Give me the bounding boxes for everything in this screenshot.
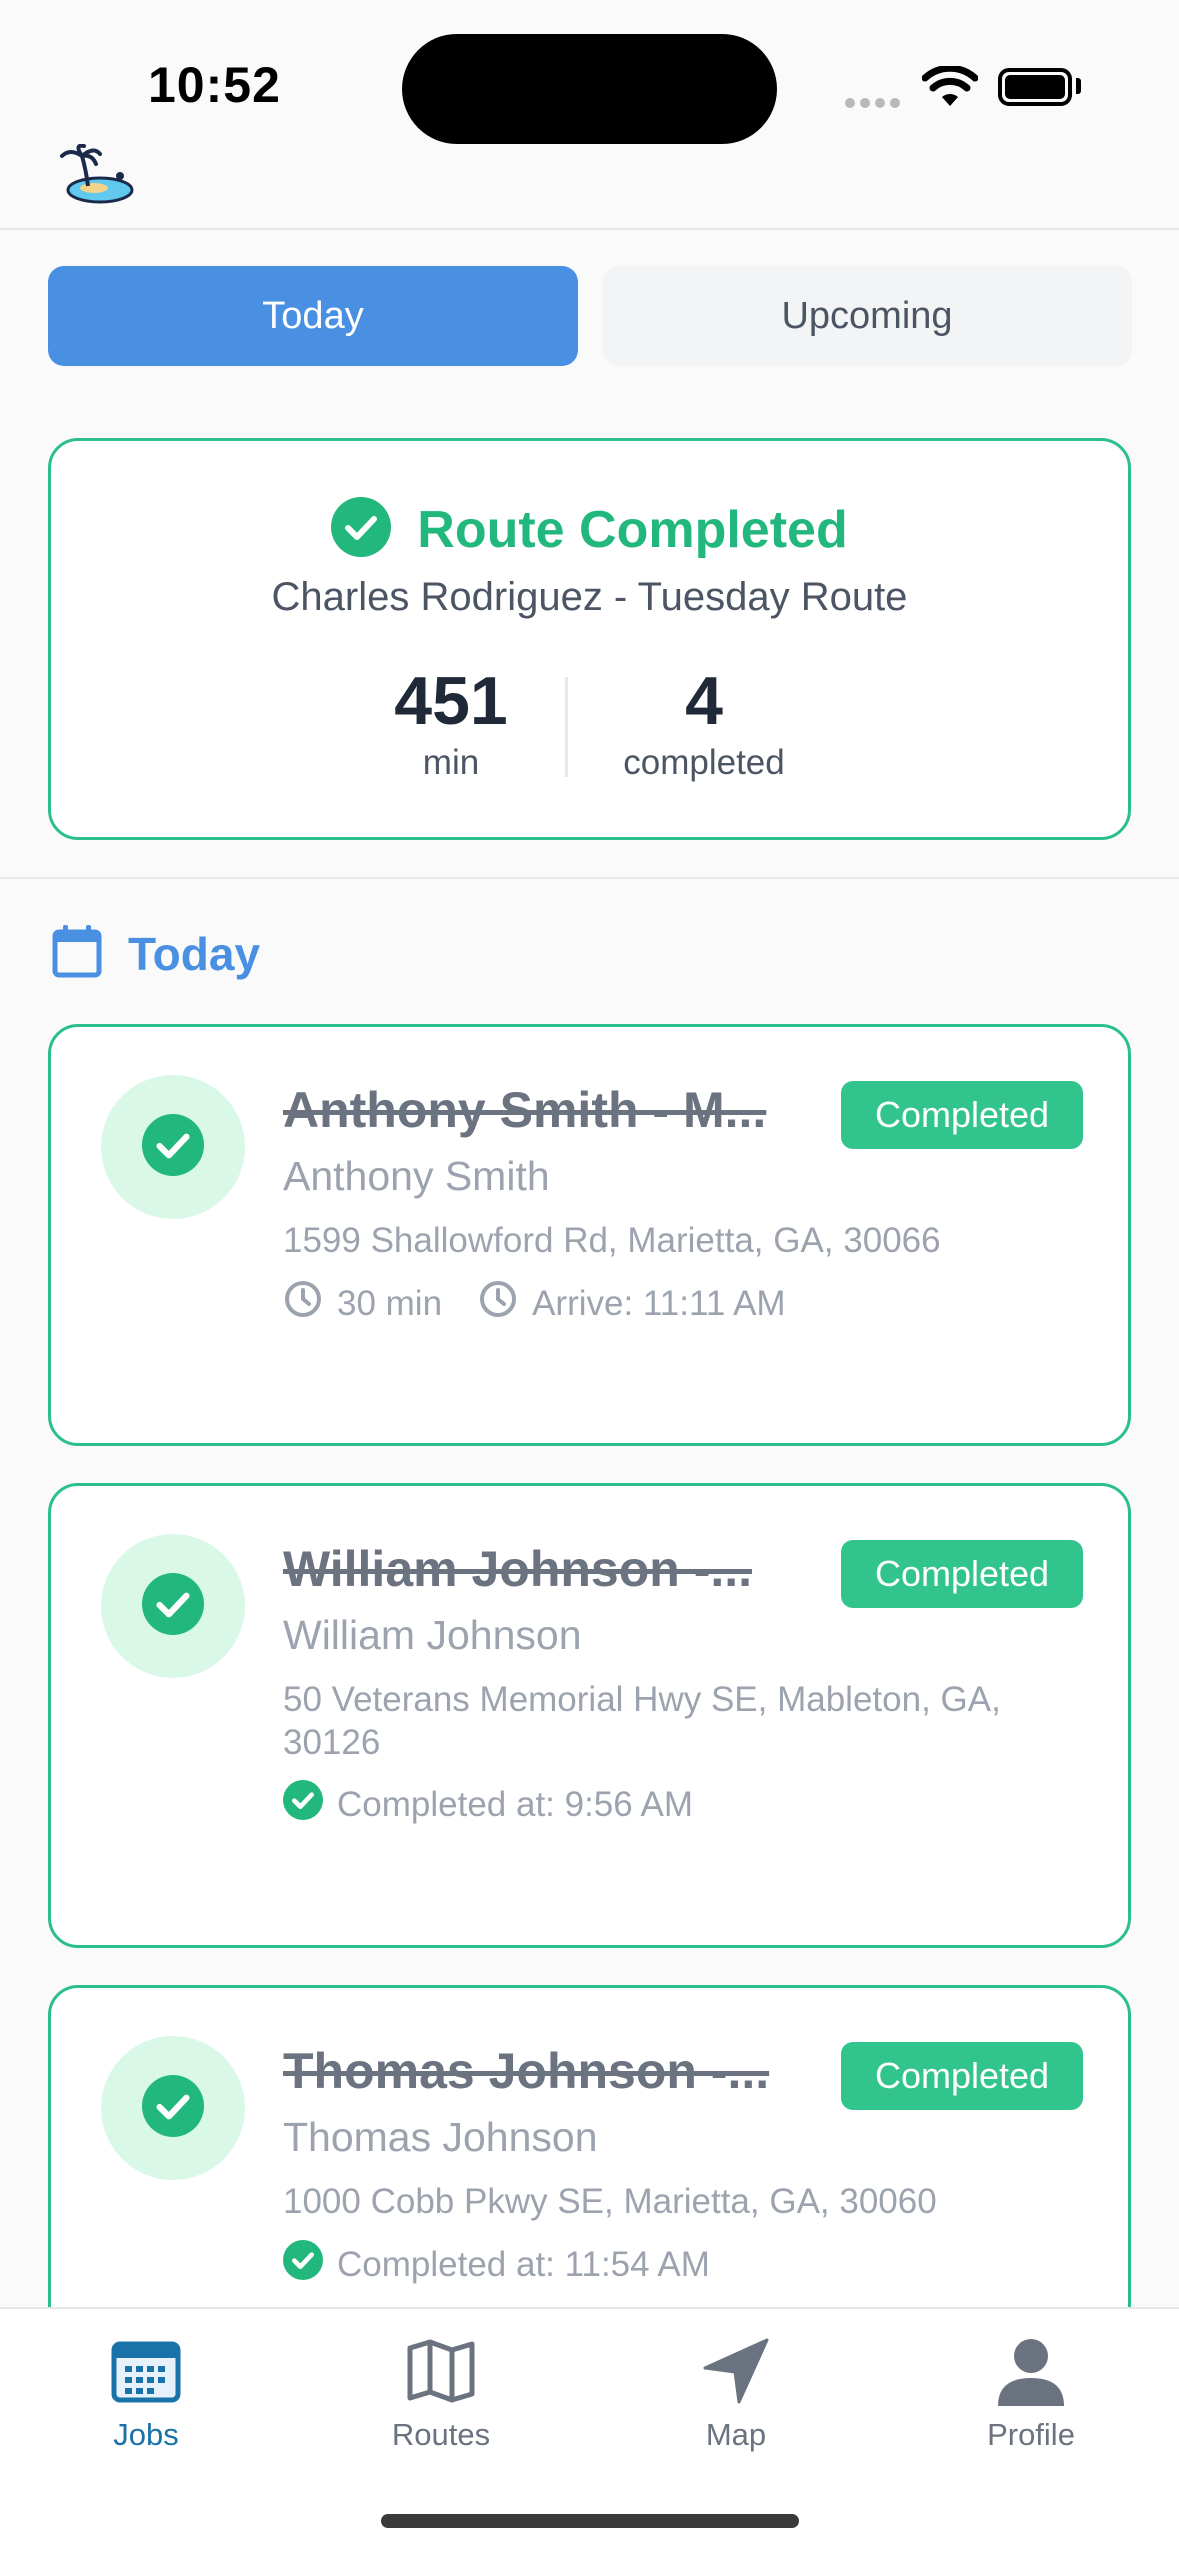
- stat-label: completed: [623, 743, 785, 782]
- section-divider: [0, 877, 1179, 879]
- check-circle-icon: [331, 497, 392, 562]
- clock-icon: [478, 1279, 518, 1328]
- nav-label: Jobs: [113, 2417, 179, 2452]
- job-customer: Thomas Johnson: [283, 2114, 598, 2160]
- route-status-title: Route Completed: [417, 500, 848, 559]
- calendar-icon: [46, 2331, 246, 2411]
- check-circle-icon: [142, 1113, 204, 1181]
- navigation-arrow-icon: [636, 2331, 836, 2411]
- job-meta: Completed at: 11:54 AM: [283, 2240, 710, 2289]
- dynamic-island: [402, 34, 777, 144]
- route-status: Route Completed: [51, 497, 1128, 562]
- job-duration-text: 30 min: [337, 1283, 443, 1323]
- job-completed-at: Completed at: 9:56 AM: [337, 1784, 694, 1824]
- job-duration: 30 min: [283, 1279, 442, 1328]
- status-badge: Completed: [841, 1081, 1083, 1149]
- nav-item-profile[interactable]: Profile: [931, 2331, 1131, 2453]
- job-address: 1599 Shallowford Rd, Marietta, GA, 30066: [283, 1221, 941, 1260]
- check-circle-icon: [142, 2074, 204, 2142]
- job-completed-at: Completed at: 11:54 AM: [337, 2244, 710, 2284]
- tab-upcoming[interactable]: Upcoming: [602, 266, 1132, 366]
- route-summary-card: Route Completed Charles Rodriguez - Tues…: [48, 438, 1131, 840]
- stat-label: min: [422, 743, 480, 782]
- job-customer: William Johnson: [283, 1612, 582, 1658]
- check-circle-icon: [283, 2240, 323, 2289]
- job-card[interactable]: Anthony Smith - M... Completed Anthony S…: [48, 1024, 1131, 1446]
- job-title: William Johnson -...: [283, 1541, 753, 1597]
- job-title: Thomas Johnson -...: [283, 2043, 770, 2099]
- job-arrival: Arrive: 11:11 AM: [478, 1279, 786, 1328]
- stat-divider: [565, 677, 568, 777]
- calendar-icon: [52, 924, 102, 983]
- section-header: Today: [52, 924, 260, 983]
- stat-minutes: 451 min: [321, 663, 581, 783]
- wifi-icon: [921, 64, 979, 113]
- nav-item-routes[interactable]: Routes: [341, 2331, 541, 2453]
- job-title: Anthony Smith - M...: [283, 1082, 767, 1138]
- job-meta: Completed at: 9:56 AM: [283, 1780, 693, 1829]
- nav-item-jobs[interactable]: Jobs: [46, 2331, 246, 2453]
- job-status-avatar: [101, 1075, 245, 1219]
- status-badge: Completed: [841, 1540, 1083, 1608]
- cellular-signal-icon: [845, 95, 905, 113]
- job-meta: 30 min Arrive: 11:11 AM: [283, 1279, 808, 1328]
- nav-label: Profile: [987, 2417, 1075, 2452]
- nav-label: Routes: [391, 2417, 491, 2452]
- home-indicator: [381, 2514, 799, 2528]
- job-address: 50 Veterans Memorial Hwy SE, Mableton, G…: [283, 1680, 1001, 1762]
- section-title: Today: [128, 927, 261, 980]
- stat-value: 451: [394, 663, 508, 739]
- status-badge: Completed: [841, 2042, 1083, 2110]
- nav-label: Map: [705, 2417, 767, 2452]
- job-status-avatar: [101, 1534, 245, 1678]
- battery-icon: [998, 68, 1072, 106]
- check-circle-icon: [142, 1572, 204, 1640]
- clock-icon: [283, 1279, 323, 1328]
- header-divider: [0, 228, 1179, 230]
- map-icon: [341, 2331, 541, 2411]
- job-arrival-text: Arrive: 11:11 AM: [532, 1283, 786, 1323]
- status-bar: 10:52: [0, 0, 1179, 204]
- check-circle-icon: [283, 1780, 323, 1829]
- job-customer: Anthony Smith: [283, 1153, 550, 1199]
- job-status-avatar: [101, 2036, 245, 2180]
- palm-island-logo-icon: [58, 143, 136, 211]
- job-address: 1000 Cobb Pkwy SE, Marietta, GA, 30060: [283, 2182, 937, 2221]
- status-time: 10:52: [148, 57, 281, 113]
- stat-value: 4: [685, 663, 723, 739]
- tab-today[interactable]: Today: [48, 266, 578, 366]
- job-card[interactable]: William Johnson -... Completed William J…: [48, 1483, 1131, 1948]
- nav-item-map[interactable]: Map: [636, 2331, 836, 2453]
- person-icon: [931, 2331, 1131, 2411]
- route-subtitle: Charles Rodriguez - Tuesday Route: [271, 575, 908, 619]
- stat-completed: 4 completed: [574, 663, 834, 783]
